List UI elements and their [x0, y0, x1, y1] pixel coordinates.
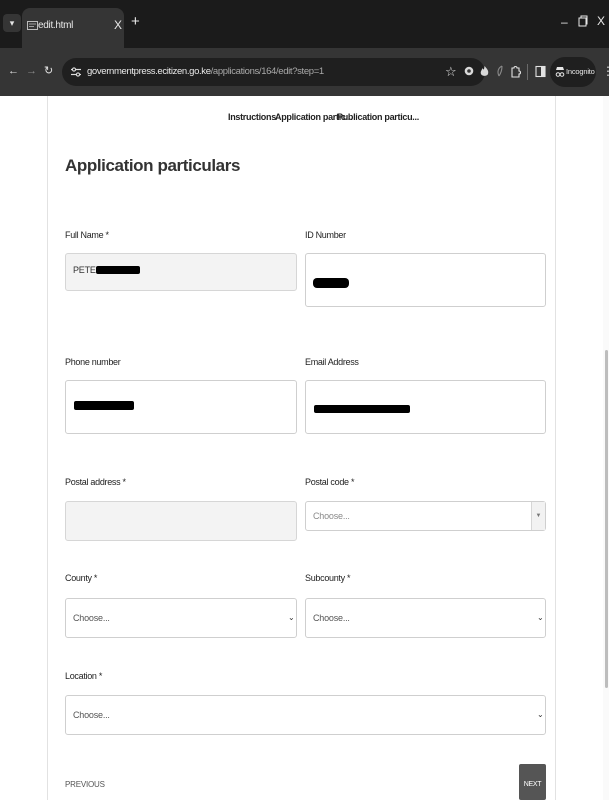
- required-marker: *: [347, 573, 351, 583]
- site-info-icon[interactable]: [70, 66, 82, 78]
- postal-code-label-text: Postal code: [305, 477, 349, 487]
- previous-button[interactable]: PREVIOUS: [65, 780, 105, 789]
- postal-code-label: Postal code *: [305, 477, 354, 487]
- postal-code-placeholder: Choose...: [313, 511, 350, 521]
- redaction-mark: [74, 401, 134, 410]
- new-tab-button[interactable]: +: [131, 14, 140, 29]
- next-button[interactable]: NEXT: [519, 764, 546, 800]
- reload-icon[interactable]: ↻: [44, 65, 53, 77]
- county-select[interactable]: Choose... ⌄: [65, 598, 297, 638]
- subcounty-select[interactable]: Choose... ⌄: [305, 598, 546, 638]
- browser-toolbar: ← → ↻ governmentpress.ecitizen.go.ke/app…: [0, 48, 609, 96]
- redaction-mark: [96, 266, 140, 274]
- step-tab-instructions[interactable]: Instructions: [228, 112, 276, 122]
- incognito-label: Incognito: [566, 67, 595, 76]
- chevron-down-icon[interactable]: ▼: [531, 502, 545, 530]
- extension-leaf-icon[interactable]: [496, 65, 504, 77]
- forward-arrow-icon[interactable]: →: [26, 65, 37, 77]
- postal-address-label: Postal address *: [65, 477, 126, 487]
- incognito-indicator[interactable]: Incognito: [550, 57, 596, 87]
- document-favicon-icon: [27, 21, 38, 30]
- required-marker: *: [122, 477, 127, 487]
- subcounty-label: Subcounty *: [305, 573, 351, 583]
- location-label: Location *: [65, 671, 102, 681]
- url-text[interactable]: governmentpress.ecitizen.go.ke/applicati…: [87, 66, 324, 77]
- minimize-button[interactable]: –: [561, 15, 568, 29]
- required-marker: *: [350, 477, 355, 487]
- section-title: Application particulars: [65, 156, 241, 175]
- redaction-mark: [313, 278, 349, 288]
- chevron-down-icon: ⌄: [537, 710, 544, 719]
- full-name-label-text: Full Name: [65, 230, 104, 240]
- close-window-button[interactable]: X: [597, 14, 605, 28]
- id-number-label: ID Number: [305, 230, 346, 240]
- back-arrow-icon[interactable]: ←: [8, 65, 19, 77]
- location-selected-value: Choose...: [73, 710, 110, 720]
- full-name-input[interactable]: PETER: [65, 253, 297, 291]
- county-label-text: County: [65, 573, 92, 583]
- postal-code-select[interactable]: Choose... ▼: [305, 501, 546, 531]
- toolbar-divider: [527, 64, 528, 80]
- next-button-label: NEXT: [523, 781, 542, 788]
- browser-tab[interactable]: edit.html X: [22, 8, 124, 48]
- subcounty-label-text: Subcounty: [305, 573, 345, 583]
- required-marker: *: [93, 573, 98, 583]
- url-path: /applications/164/edit?step=1: [210, 66, 325, 77]
- extensions-puzzle-icon[interactable]: [510, 65, 521, 78]
- location-label-text: Location: [65, 671, 97, 681]
- page-viewport: Instructions Application partic... Publi…: [0, 96, 609, 800]
- extension-flame-icon[interactable]: [479, 65, 490, 77]
- county-label: County *: [65, 573, 97, 583]
- tab-close-icon[interactable]: X: [114, 18, 122, 32]
- postal-address-label-text: Postal address: [65, 477, 121, 487]
- incognito-icon: [555, 67, 565, 77]
- chevron-down-icon: ⌄: [537, 613, 544, 622]
- email-label: Email Address: [305, 357, 359, 367]
- location-select[interactable]: Choose... ⌄: [65, 695, 546, 735]
- extension-circle-icon[interactable]: [464, 65, 474, 77]
- county-selected-value: Choose...: [73, 613, 110, 623]
- subcounty-selected-value: Choose...: [313, 613, 350, 623]
- phone-input[interactable]: [65, 380, 297, 434]
- tab-search-button[interactable]: ▾: [3, 14, 21, 32]
- required-marker: *: [98, 671, 103, 681]
- side-panel-icon[interactable]: [535, 65, 546, 78]
- redaction-mark: [314, 405, 410, 413]
- step-tab-publication-particulars[interactable]: Publication particu...: [337, 112, 419, 122]
- postal-address-input[interactable]: [65, 501, 297, 541]
- bookmark-star-icon[interactable]: ☆: [445, 64, 457, 80]
- scrollbar-thumb[interactable]: [605, 350, 608, 688]
- id-number-input[interactable]: [305, 253, 546, 307]
- required-marker: *: [105, 230, 110, 240]
- full-name-label: Full Name *: [65, 230, 109, 240]
- url-host: governmentpress.ecitizen.go.ke: [87, 66, 211, 77]
- address-bar[interactable]: governmentpress.ecitizen.go.ke/applicati…: [62, 58, 485, 86]
- tab-title: edit.html: [38, 20, 74, 31]
- phone-label: Phone number: [65, 357, 121, 367]
- email-input[interactable]: [305, 380, 546, 434]
- browser-tab-strip: ▾ edit.html X + – X: [0, 0, 609, 48]
- restore-window-icon[interactable]: [578, 15, 588, 27]
- browser-menu-icon[interactable]: ⋮: [602, 64, 609, 78]
- chevron-down-icon: ⌄: [288, 613, 295, 622]
